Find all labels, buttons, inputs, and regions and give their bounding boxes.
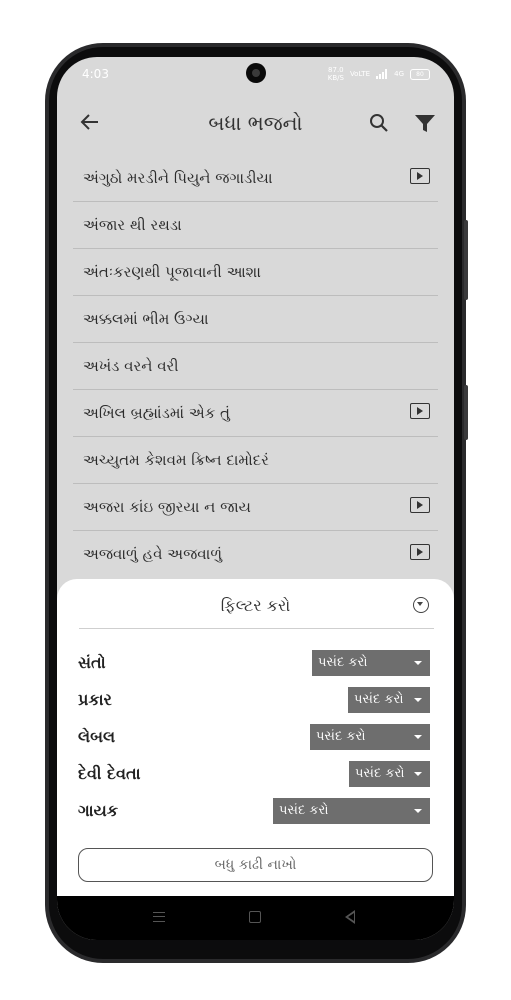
battery-icon: 80 [410,68,430,80]
bhajan-list-item[interactable]: અક્કલમાં ભીમ ઉગ્યા [73,296,438,343]
filter-sheet: ફિલ્ટર કરો સંતો પસંદ કરો પ્રકાર પસંદ કરો… [57,579,454,896]
singer-dropdown[interactable]: પસંદ કરો [273,798,430,824]
video-play-icon[interactable] [410,403,430,419]
dropdown-caret-icon [414,661,422,665]
filter-row-saints: સંતો પસંદ કરો [78,650,430,676]
filter-sheet-title: ફિલ્ટર કરો [220,596,291,615]
bhajan-list-item[interactable]: અંતઃકરણથી પૂજાવાની આશા [73,249,438,296]
bhajan-title: અજવાળું હવે અજવાળું [83,545,223,563]
clear-all-button[interactable]: બધુ કાઢી નાખો [78,848,433,882]
filter-row-type: પ્રકાર પસંદ કરો [78,687,430,713]
divider [79,628,434,629]
volte-icon: VoLTE [349,70,371,78]
label-dropdown[interactable]: પસંદ કરો [310,724,430,750]
volume-button [464,220,468,300]
power-button [464,385,468,440]
status-bar: 4:03 87.0 KB/S VoLTE 4G 80 [57,57,454,93]
filter-label: લેબલ [78,727,116,746]
page-title: બધા ભજનો [208,111,303,135]
app-bar: બધા ભજનો [57,93,454,155]
filter-row-deity: દેવી દેવતા પસંદ કરો [78,761,430,787]
bhajan-list-item[interactable]: અજરા કાંઇ જીરયા ન જાય [73,484,438,531]
signal-4g-icon: 4G [394,70,404,78]
bhajan-list-item[interactable]: અંગુઠો મરડીને પિયુને જગાડીયા [73,155,438,202]
bhajan-title: અંજાર થી રથડા [83,216,182,234]
filter-label: સંતો [78,653,106,672]
filter-row-label: લેબલ પસંદ કરો [78,724,430,750]
bhajan-title: અખંડ વરને વરી [83,357,179,375]
deity-dropdown[interactable]: પસંદ કરો [349,761,430,787]
system-back-icon[interactable] [345,910,355,924]
network-speed: 87.0 KB/S [327,66,344,82]
filter-icon[interactable] [414,114,436,136]
bhajan-title: અંગુઠો મરડીને પિયુને જગાડીયા [83,169,273,187]
status-icons: 87.0 KB/S VoLTE 4G 80 [328,66,430,82]
bhajan-title: અચ્યુતમ કેશવમ ક્રિષ્ન દામોદરં [83,451,269,469]
back-arrow-icon[interactable] [79,111,101,133]
bhajan-list: અંગુઠો મરડીને પિયુને જગાડીયા અંજાર થી રથડ… [73,155,438,578]
bhajan-list-item[interactable]: અજવાળું હવે અજવાળું [73,531,438,578]
dropdown-caret-icon [414,735,422,739]
dropdown-caret-icon [414,772,422,776]
front-camera [246,63,266,83]
bhajan-title: અખિલ બ્રહ્માંડમાં એક તું [83,404,230,422]
video-play-icon[interactable] [410,544,430,560]
recent-apps-icon[interactable] [153,912,165,922]
bhajan-title: અજરા કાંઇ જીરયા ન જાય [83,498,251,516]
dropdown-caret-icon [414,698,422,702]
filter-row-singer: ગાયક પસંદ કરો [78,798,430,824]
video-play-icon[interactable] [410,497,430,513]
bhajan-list-item[interactable]: અંજાર થી રથડા [73,202,438,249]
bhajan-list-item[interactable]: અખિલ બ્રહ્માંડમાં એક તું [73,390,438,437]
collapse-chevron-icon[interactable] [413,597,429,613]
type-dropdown[interactable]: પસંદ કરો [348,687,430,713]
system-nav-bar [57,896,454,940]
bhajan-title: અંતઃકરણથી પૂજાવાની આશા [83,263,261,281]
screen: 4:03 87.0 KB/S VoLTE 4G 80 બધા ભજનો અંગુ… [57,57,454,940]
bhajan-title: અક્કલમાં ભીમ ઉગ્યા [83,310,209,328]
home-icon[interactable] [249,911,261,923]
video-play-icon[interactable] [410,168,430,184]
dropdown-caret-icon [414,809,422,813]
filter-label: દેવી દેવતા [78,764,141,783]
status-time: 4:03 [82,67,109,81]
bhajan-list-item[interactable]: અખંડ વરને વરી [73,343,438,390]
filter-label: ગાયક [78,801,119,820]
filter-label: પ્રકાર [78,690,112,709]
search-icon[interactable] [368,112,390,134]
bhajan-list-item[interactable]: અચ્યુતમ કેશવમ ક્રિષ્ન દામોદરં [73,437,438,484]
saints-dropdown[interactable]: પસંદ કરો [312,650,430,676]
signal-icon [376,69,388,79]
